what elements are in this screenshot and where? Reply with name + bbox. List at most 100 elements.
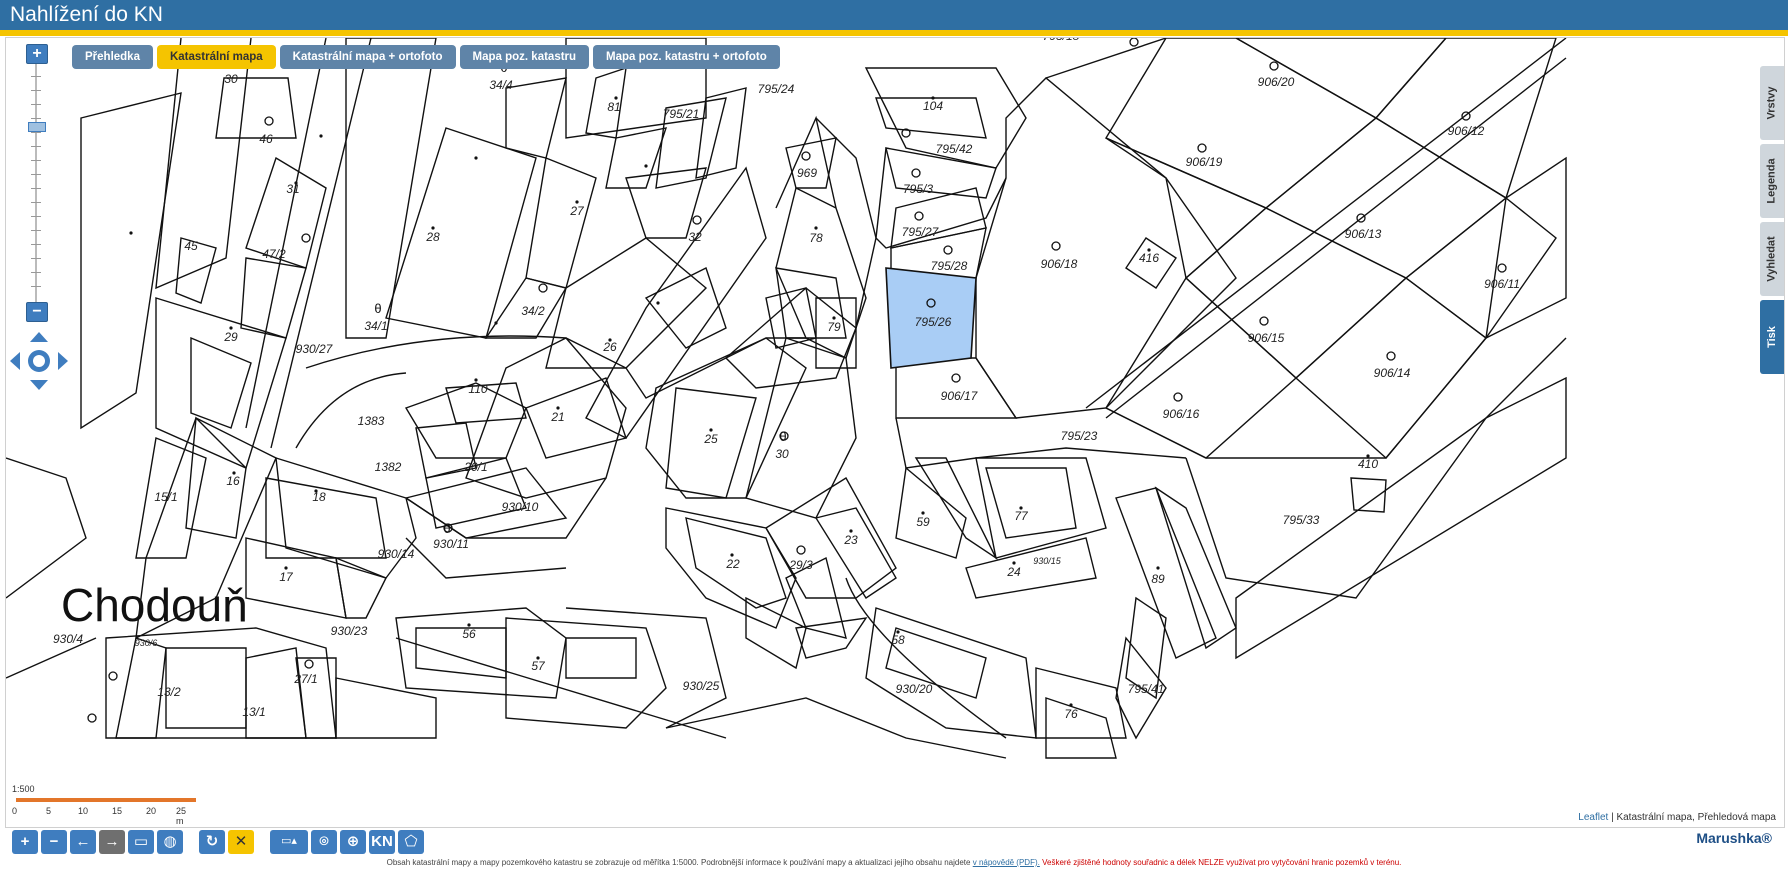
- svg-text:795/28: 795/28: [931, 259, 968, 273]
- kn-info-button[interactable]: KN: [369, 830, 395, 854]
- svg-text:34/4: 34/4: [489, 78, 513, 92]
- pan-up-icon[interactable]: [30, 332, 48, 342]
- zoom-in-tool-icon[interactable]: +: [12, 830, 38, 854]
- parcel-select-icon[interactable]: ⬠: [398, 830, 424, 854]
- pan-down-icon[interactable]: [30, 380, 48, 390]
- svg-text:795/24: 795/24: [758, 82, 795, 96]
- selected-parcel-label: 795/26: [915, 315, 952, 329]
- svg-text:58: 58: [891, 633, 905, 647]
- svg-text:20/1: 20/1: [463, 460, 487, 474]
- svg-text:795/33: 795/33: [1283, 513, 1320, 527]
- svg-text:16: 16: [226, 474, 240, 488]
- location-pin-icon[interactable]: ⌾: [311, 830, 337, 854]
- refresh-icon[interactable]: ↻: [199, 830, 225, 854]
- tab-legenda[interactable]: Legenda: [1760, 144, 1784, 218]
- map-canvas[interactable]: 30 46 31 47/2 45 28 27 81 34/4 795/21 79…: [6, 38, 1784, 827]
- svg-text:81: 81: [607, 100, 620, 114]
- svg-text:930/11: 930/11: [433, 537, 469, 551]
- svg-text:29: 29: [223, 330, 238, 344]
- svg-text:24: 24: [1006, 565, 1021, 579]
- svg-text:906/12: 906/12: [1448, 124, 1485, 138]
- svg-text:78: 78: [809, 231, 823, 245]
- zoom-control: + −: [26, 44, 48, 322]
- svg-text:57: 57: [531, 659, 546, 673]
- back-arrow-icon[interactable]: ←: [70, 830, 96, 854]
- zoom-box-icon[interactable]: ▭: [128, 830, 154, 854]
- svg-text:795/23: 795/23: [1061, 429, 1098, 443]
- svg-text:23: 23: [843, 533, 858, 547]
- layer-switcher: Přehledka Katastrální mapa Katastrální m…: [72, 45, 780, 69]
- pan-control[interactable]: [8, 330, 70, 392]
- crosshair-icon[interactable]: ⊕: [340, 830, 366, 854]
- svg-text:59: 59: [916, 515, 930, 529]
- svg-text:930/25: 930/25: [683, 679, 720, 693]
- scale-bar-graphic: [16, 798, 196, 802]
- svg-text:18: 18: [312, 490, 326, 504]
- svg-text:930/15: 930/15: [1033, 556, 1062, 566]
- cadastral-map[interactable]: 30 46 31 47/2 45 28 27 81 34/4 795/21 79…: [5, 37, 1785, 828]
- app-title: Nahlížení do KN: [10, 3, 163, 26]
- tab-tisk[interactable]: Tisk: [1760, 300, 1784, 374]
- leaflet-link[interactable]: Leaflet: [1578, 812, 1608, 823]
- pan-right-icon[interactable]: [58, 352, 68, 370]
- svg-text:1382: 1382: [375, 460, 402, 474]
- svg-text:76: 76: [1064, 707, 1078, 721]
- measure-ruler-icon[interactable]: ▭▴: [270, 830, 308, 854]
- svg-text:795/3: 795/3: [903, 182, 933, 196]
- svg-text:27/1: 27/1: [293, 672, 317, 686]
- zoom-in-button[interactable]: +: [26, 44, 48, 64]
- app-header: Nahlížení do KN: [0, 0, 1788, 36]
- svg-text:410: 410: [1358, 457, 1378, 471]
- svg-text:30: 30: [224, 72, 238, 86]
- svg-text:906/20: 906/20: [1258, 75, 1295, 89]
- svg-text:29/3: 29/3: [788, 558, 813, 572]
- svg-text:15/1: 15/1: [154, 490, 177, 504]
- svg-text:17: 17: [279, 570, 294, 584]
- tab-vrstvy[interactable]: Vrstvy: [1760, 66, 1784, 140]
- svg-text:77: 77: [1014, 509, 1029, 523]
- zoom-out-button[interactable]: −: [26, 302, 48, 322]
- svg-text:906/14: 906/14: [1374, 366, 1411, 380]
- svg-text:25: 25: [703, 432, 718, 446]
- svg-text:θ: θ: [443, 521, 450, 536]
- svg-text:906/16: 906/16: [1163, 407, 1200, 421]
- svg-text:θ: θ: [374, 301, 381, 316]
- layer-katastralni-mapa-button[interactable]: Katastrální mapa: [156, 45, 276, 69]
- scale-ratio: 1:500: [12, 784, 35, 794]
- svg-text:79: 79: [827, 320, 841, 334]
- clear-icon[interactable]: ✕: [228, 830, 254, 854]
- svg-text:34/2: 34/2: [521, 304, 545, 318]
- help-pdf-link[interactable]: v nápovědě (PDF).: [973, 858, 1040, 867]
- svg-text:104: 104: [923, 99, 943, 113]
- svg-text:47/2: 47/2: [262, 247, 286, 261]
- svg-text:13/2: 13/2: [157, 685, 181, 699]
- marushka-logo: Marushka®: [1696, 830, 1772, 846]
- scale-bar: 1:500 0 5 10 15 20 25 m: [12, 784, 196, 826]
- forward-arrow-icon[interactable]: →: [99, 830, 125, 854]
- svg-text:34/1: 34/1: [364, 319, 387, 333]
- svg-text:906/19: 906/19: [1186, 155, 1223, 169]
- svg-text:795/27: 795/27: [902, 225, 940, 239]
- pan-left-icon[interactable]: [10, 352, 20, 370]
- zoom-slider-thumb[interactable]: [28, 122, 46, 132]
- globe-icon[interactable]: ◍: [157, 830, 183, 854]
- svg-text:56: 56: [462, 627, 476, 641]
- svg-text:906/17: 906/17: [941, 389, 979, 403]
- tab-vyhledat[interactable]: Vyhledat: [1760, 222, 1784, 296]
- svg-text:1383: 1383: [358, 414, 385, 428]
- svg-text:906/13: 906/13: [1345, 227, 1382, 241]
- layer-mapa-poz-ortofoto-button[interactable]: Mapa poz. katastru + ortofoto: [593, 45, 780, 69]
- svg-text:13/1: 13/1: [242, 705, 265, 719]
- svg-text:906/15: 906/15: [1248, 331, 1285, 345]
- map-attribution: Leaflet | Katastrální mapa, Přehledová m…: [1578, 812, 1776, 823]
- svg-text:32: 32: [688, 230, 702, 244]
- zoom-out-tool-icon[interactable]: −: [41, 830, 67, 854]
- svg-text:906/18: 906/18: [1041, 257, 1078, 271]
- svg-text:969: 969: [797, 166, 817, 180]
- layer-mapa-poz-katastru-button[interactable]: Mapa poz. katastru: [459, 45, 590, 69]
- layer-katastralni-ortofoto-button[interactable]: Katastrální mapa + ortofoto: [279, 45, 456, 69]
- svg-text:906/11: 906/11: [1484, 277, 1520, 291]
- zoom-slider[interactable]: [26, 64, 46, 302]
- svg-text:21: 21: [550, 410, 564, 424]
- layer-prehledka-button[interactable]: Přehledka: [72, 45, 153, 69]
